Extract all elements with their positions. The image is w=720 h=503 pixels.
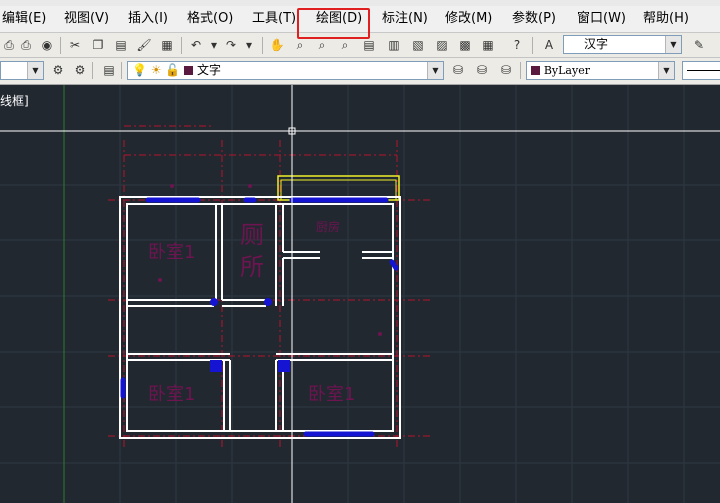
toolbar-separator [60,37,61,54]
sheet-set-icon[interactable]: ▨ [433,36,451,54]
tool-palettes-icon[interactable]: ▧ [409,36,427,54]
menu-dimension[interactable]: 标注(N) [380,10,430,28]
menu-modify[interactable]: 修改(M) [443,10,494,28]
menu-insert[interactable]: 插入(I) [126,10,170,28]
color-value: ByLayer [543,64,590,77]
menu-edit[interactable]: 编辑(E) [0,10,48,28]
copy-icon[interactable]: ❐ [89,36,107,54]
toolbar-separator [92,62,93,79]
redo-icon[interactable]: ↷ [222,36,240,54]
redo-dropdown-icon[interactable]: ▾ [240,36,258,54]
toolbar-separator [181,37,182,54]
lightbulb-icon: 💡 [132,63,147,77]
menu-parameters[interactable]: 参数(P) [510,10,558,28]
cut-icon[interactable]: ✂ [66,36,84,54]
toolbar-separator [121,62,122,79]
drawing-canvas[interactable]: 卧室1 厕 所 厨房 卧室1 卧室1 [0,85,720,503]
pan-icon[interactable]: ✋ [268,36,286,54]
grid-lines [0,85,720,503]
room-label: 卧室1 [148,384,195,405]
color-dropdown[interactable]: ByLayer ▼ [526,61,675,80]
menu-highlight-box [297,8,370,39]
text-style-icon[interactable]: A [540,36,558,54]
workspace-dropdown[interactable]: ▼ [0,61,44,80]
help-icon[interactable]: ? [508,36,526,54]
room-label: 所 [240,253,264,281]
floor-plan-drawing: 卧室1 厕 所 厨房 卧室1 卧室1 [0,85,720,503]
toolbar-separator [532,37,533,54]
undo-dropdown-icon[interactable]: ▾ [205,36,223,54]
markup-icon[interactable]: ▩ [456,36,474,54]
chevron-down-icon[interactable]: ▼ [665,36,681,53]
publish-icon[interactable]: ◉ [38,36,56,54]
paste-icon[interactable]: ▤ [112,36,130,54]
menu-window[interactable]: 窗口(W) [575,10,628,28]
viewport-label[interactable]: 线框] [0,92,29,109]
toolbar-separator [262,37,263,54]
sun-icon: ☀ [150,63,162,77]
menu-view[interactable]: 视图(V) [62,10,111,28]
linetype-dropdown[interactable] [682,61,720,80]
room-label: 厨房 [316,219,340,234]
room-label: 卧室1 [308,384,355,405]
linetype-preview [687,70,720,71]
room-label: 厕 [240,221,264,249]
layer-name: 文字 [196,63,221,77]
crosshair-cursor [0,85,720,503]
menu-help[interactable]: 帮助(H) [641,10,691,28]
match-properties-icon[interactable]: 🖌 [135,36,153,54]
text-style-dropdown[interactable]: 汉字 ▼ [563,35,682,54]
calculator-icon[interactable]: ▦ [479,36,497,54]
text-style-value: 汉字 [584,37,609,51]
plot-preview-icon[interactable]: ⎙ [17,36,35,54]
plot-icon[interactable]: ⎙ [0,36,18,54]
block-editor-icon[interactable]: ▦ [158,36,176,54]
make-current-layer-icon[interactable]: ⛁ [449,61,467,79]
color-swatch [531,66,540,75]
toolbar-separator [520,62,521,79]
chevron-down-icon[interactable]: ▼ [658,62,674,79]
layer-dropdown[interactable]: 💡 ☀ 🔓 文字 ▼ [127,61,444,80]
lock-icon: 🔓 [165,63,181,77]
menu-format[interactable]: 格式(O) [185,10,235,28]
layer-state-icon[interactable]: ⛁ [497,61,515,79]
customize-icon[interactable]: ⚙ [71,61,89,79]
layer-color-swatch [184,66,194,75]
undo-icon[interactable]: ↶ [187,36,205,54]
dimension-style-icon[interactable]: ✎ [690,36,708,54]
layer-previous-icon[interactable]: ⛁ [473,61,491,79]
workspace-settings-icon[interactable]: ⚙ [49,61,67,79]
chevron-down-icon[interactable]: ▼ [427,62,443,79]
menu-tools[interactable]: 工具(T) [250,10,298,28]
layers-toolbar: ▼ ⚙ ⚙ ▤ 💡 ☀ 🔓 文字 ▼ ⛁ ⛁ ⛁ ByLayer ▼ [0,58,720,85]
chevron-down-icon[interactable]: ▼ [27,62,43,79]
room-label: 卧室1 [148,242,195,263]
room-labels: 卧室1 厕 所 厨房 卧室1 卧室1 [148,219,355,405]
layer-properties-icon[interactable]: ▤ [100,61,118,79]
design-center-icon[interactable]: ▥ [385,36,403,54]
